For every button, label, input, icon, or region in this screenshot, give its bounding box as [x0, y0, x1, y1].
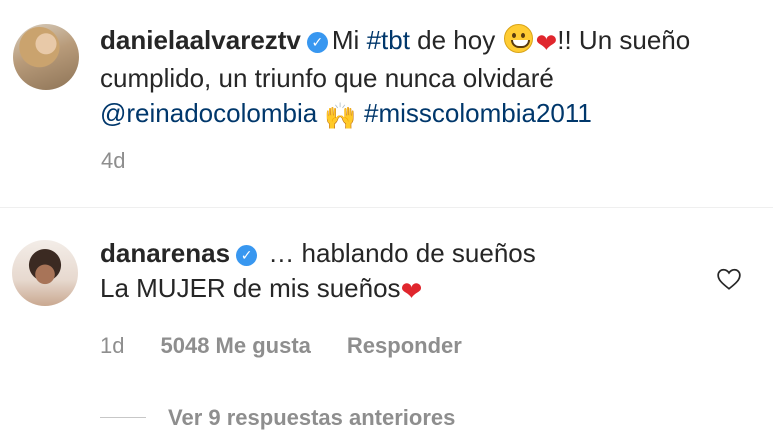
- view-previous-replies[interactable]: Ver 9 respuestas anteriores: [100, 405, 455, 431]
- verified-badge-icon: ✓: [236, 245, 258, 266]
- post-username[interactable]: danielaalvareztv: [100, 25, 301, 55]
- hashtag-tbt[interactable]: #tbt: [367, 25, 410, 55]
- comment-timestamp: 1d: [100, 333, 125, 358]
- heart-outline-icon[interactable]: [716, 266, 742, 292]
- caption-start: Mi: [331, 25, 367, 55]
- comment-body: danarenas ✓ … hablando de sueños La MUJER…: [100, 236, 700, 309]
- reply-button[interactable]: Responder: [347, 333, 462, 358]
- post-timestamp: 4d: [101, 148, 126, 173]
- caption-mid: de hoy: [409, 25, 503, 55]
- post-author-avatar[interactable]: [13, 24, 79, 90]
- grinning-face-emoji-icon: [504, 24, 534, 53]
- divider: [0, 207, 773, 208]
- comment-meta: 1d 5048 Me gusta Responder: [100, 333, 498, 359]
- hashtag-misscolombia2011[interactable]: #misscolombia2011: [364, 98, 592, 128]
- verified-badge-icon: ✓: [306, 32, 328, 53]
- comment-username[interactable]: danarenas: [100, 238, 230, 268]
- replies-divider-line: [100, 417, 146, 418]
- comment-text-line2: La MUJER de mis sueños: [100, 273, 401, 303]
- post-caption: danielaalvareztv ✓ Mi #tbt de hoy ❤!! Un s…: [100, 23, 760, 134]
- red-heart-emoji-icon: ❤: [400, 276, 423, 306]
- raising-hands-emoji-icon: 🙌: [324, 101, 357, 131]
- mention-reinadocolombia[interactable]: @reinadocolombia: [100, 98, 317, 128]
- commenter-avatar[interactable]: [12, 240, 78, 306]
- view-replies-label[interactable]: Ver 9 respuestas anteriores: [168, 405, 455, 430]
- red-heart-emoji-icon: ❤: [535, 28, 558, 58]
- comment-text-line1: … hablando de sueños: [268, 238, 536, 268]
- comment-like-count[interactable]: 5048 Me gusta: [160, 333, 310, 358]
